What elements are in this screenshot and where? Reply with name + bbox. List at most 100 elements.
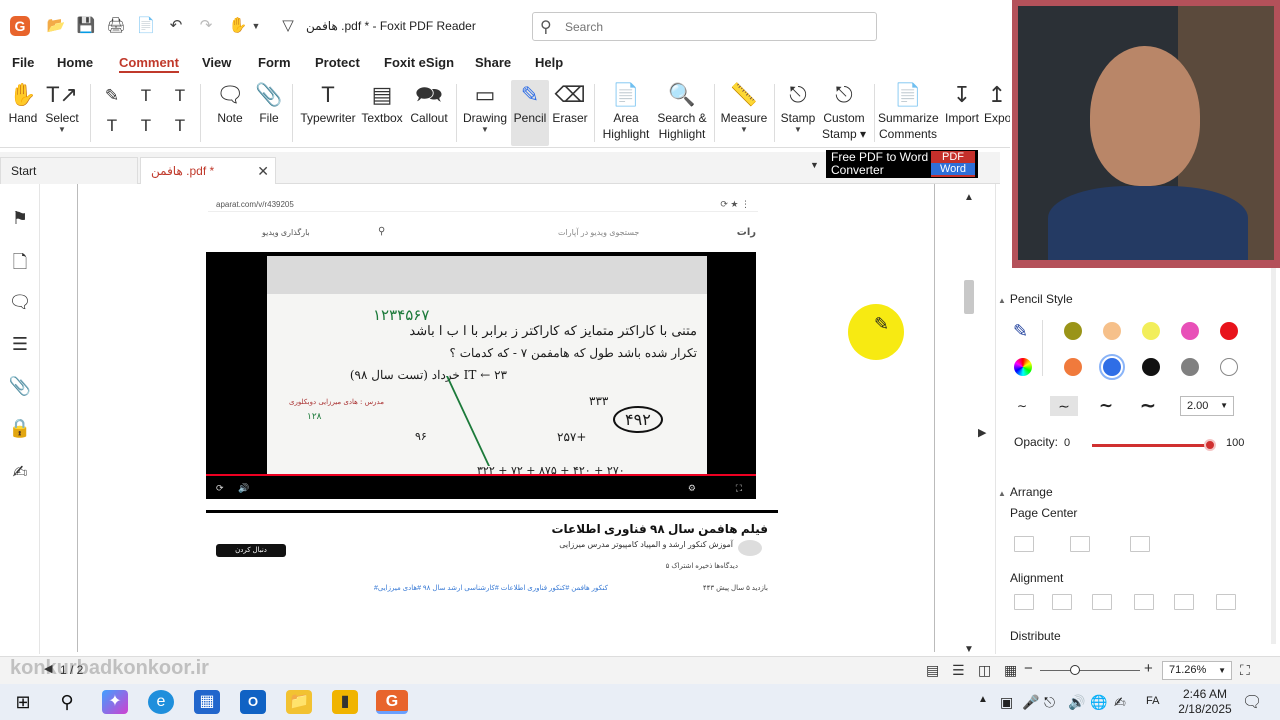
color-swatch-olive[interactable] — [1064, 322, 1082, 340]
volume-tray-icon[interactable]: 🔊 — [1068, 694, 1085, 711]
summarize-comments-button[interactable]: 📄 Summarize Comments — [878, 80, 939, 142]
tray-overflow-icon[interactable]: ▲ — [978, 694, 988, 705]
customize-quick-access-icon[interactable]: ▽ — [278, 16, 298, 36]
page-indicator[interactable]: 1 / 2 — [60, 663, 100, 677]
textbox-button[interactable]: ▤ Textbox — [360, 80, 404, 126]
microphone-icon[interactable]: 🎤 — [1022, 694, 1039, 711]
stroke-width-select[interactable]: 2.00 ▼ — [1180, 396, 1234, 416]
color-swatch-red[interactable] — [1220, 322, 1238, 340]
settings-icon[interactable]: ⚙ — [688, 483, 696, 494]
squiggly-text-icon[interactable]: T — [170, 86, 190, 106]
hand-button[interactable]: ✋ Hand — [6, 80, 40, 126]
previous-page-icon[interactable]: ◀ — [44, 662, 52, 675]
menu-file[interactable]: File — [12, 55, 34, 70]
measure-button[interactable]: 📏 Measure ▼ — [720, 80, 768, 134]
custom-stamp-button[interactable]: ⎋ Custom Stamp ▾ — [820, 80, 868, 142]
replay-icon[interactable]: ⟳ — [216, 483, 224, 494]
search-input[interactable] — [565, 18, 865, 36]
close-tab-icon[interactable]: ✕ — [257, 158, 269, 185]
ad-banner[interactable]: Free PDF to Word Converter PDF Word — [826, 150, 978, 178]
foxit-taskbar-icon[interactable]: G — [376, 690, 408, 714]
new-document-icon[interactable]: 📄 — [136, 16, 156, 36]
edge-browser-icon[interactable]: e — [148, 690, 174, 714]
arrange-heading[interactable]: ▲ Arrange — [998, 485, 1053, 499]
undo-icon[interactable]: ↶ — [166, 16, 186, 36]
menu-share[interactable]: Share — [475, 55, 511, 70]
print-icon[interactable]: 🖨 — [106, 16, 126, 36]
stroke-heavy-icon[interactable]: ∼ — [1134, 396, 1162, 416]
zoom-level-select[interactable]: 71.26% ▼ — [1162, 661, 1232, 680]
volume-icon[interactable]: 🔊 — [238, 483, 249, 494]
search-box[interactable]: ⚲ — [532, 12, 877, 41]
page-nav-right-arrow-icon[interactable]: ▶ — [978, 426, 986, 439]
color-swatch-black[interactable] — [1142, 358, 1160, 376]
tab-document[interactable]: هافمن .pdf * ✕ — [140, 157, 276, 184]
zoom-in-icon[interactable]: + — [1144, 660, 1153, 677]
import-button[interactable]: ↧ Import — [942, 80, 982, 126]
language-indicator[interactable]: FA — [1146, 695, 1159, 707]
color-swatch-orange[interactable] — [1064, 358, 1082, 376]
pdf-page[interactable]: aparat.com/v/r439205 ⟳ ★ ⋮ رات بارگذاری … — [77, 184, 935, 652]
hand-tool-quick-icon[interactable]: ✋ — [228, 16, 248, 36]
opacity-slider-handle[interactable] — [1204, 439, 1216, 451]
area-highlight-button[interactable]: 📄 Area Highlight — [600, 80, 652, 142]
menu-protect[interactable]: Protect — [315, 55, 360, 70]
menu-view[interactable]: View — [202, 55, 231, 70]
file-explorer-icon[interactable]: 📁 — [286, 690, 312, 714]
callout-button[interactable]: 🗪 Callout — [408, 80, 450, 126]
continuous-facing-icon[interactable]: ▦ — [1004, 662, 1017, 679]
windows-start-icon[interactable]: ⊞ — [10, 690, 36, 714]
menu-help[interactable]: Help — [535, 55, 563, 70]
network-globe-icon[interactable]: 🌐 — [1090, 694, 1107, 711]
stamp-button[interactable]: ⎋ Stamp ▼ — [780, 80, 816, 134]
color-swatch-gray[interactable] — [1181, 358, 1199, 376]
save-icon[interactable]: 💾 — [76, 16, 96, 36]
stroke-medium-icon[interactable]: ∼ — [1050, 396, 1078, 416]
note-button[interactable]: 🗨 Note — [212, 80, 248, 126]
continuous-page-icon[interactable]: ☰ — [952, 662, 965, 679]
drawing-button[interactable]: ▭ Drawing ▼ — [462, 80, 508, 134]
fullscreen-icon[interactable]: ⛶ — [736, 483, 742, 494]
color-swatch-yellow[interactable] — [1142, 322, 1160, 340]
color-swatch-peach[interactable] — [1103, 322, 1121, 340]
meet-now-icon[interactable]: ▣ — [1000, 694, 1013, 711]
opacity-slider[interactable] — [1092, 444, 1210, 447]
underline-text-icon[interactable]: T — [136, 86, 156, 106]
eraser-button[interactable]: ⌫ Eraser — [552, 80, 588, 126]
taskbar-search-icon[interactable]: ⚲ — [54, 690, 80, 714]
file-attachment-button[interactable]: 📎 File — [254, 80, 284, 126]
color-swatch-white[interactable] — [1220, 358, 1238, 376]
facing-page-icon[interactable]: ◫ — [978, 662, 991, 679]
notifications-icon[interactable]: 🗨 — [1242, 692, 1262, 712]
layers-icon[interactable]: ☰ — [8, 334, 32, 355]
outlook-icon[interactable]: O — [240, 690, 266, 714]
bookmark-icon[interactable]: ⚑ — [8, 208, 32, 229]
comments-icon[interactable]: 🗨 — [8, 292, 32, 313]
zoom-slider-handle[interactable] — [1070, 665, 1080, 675]
usb-icon[interactable]: ⎋ — [1044, 694, 1055, 711]
video-progress-bar[interactable] — [206, 474, 756, 476]
tab-list-caret-icon[interactable]: ▼ — [810, 160, 819, 170]
export-button[interactable]: ↥ Expo — [984, 80, 1010, 126]
document-viewport[interactable]: aparat.com/v/r439205 ⟳ ★ ⋮ رات بارگذاری … — [40, 184, 990, 654]
menu-home[interactable]: Home — [57, 55, 93, 70]
pencil-style-heading[interactable]: ▲ Pencil Style — [998, 292, 1073, 306]
tab-start[interactable]: Start — [0, 157, 138, 184]
single-page-icon[interactable]: ▤ — [926, 662, 939, 679]
store-icon[interactable]: ▦ — [194, 690, 220, 714]
attachment-icon[interactable]: 📎 — [8, 376, 32, 397]
menu-form[interactable]: Form — [258, 55, 291, 70]
menu-comment[interactable]: Comment — [119, 55, 179, 73]
typewriter-button[interactable]: T Typewriter — [300, 80, 356, 126]
zoom-out-icon[interactable]: − — [1024, 660, 1033, 677]
select-button[interactable]: T↗ Select ▼ — [44, 80, 80, 134]
pencil-button[interactable]: ✎ Pencil — [511, 80, 549, 146]
open-folder-icon[interactable]: 📂 — [46, 16, 66, 36]
search-highlight-button[interactable]: 🔍 Search & Highlight — [656, 80, 708, 142]
fit-page-icon[interactable]: ⛶ — [1240, 662, 1250, 679]
color-swatch-magenta[interactable] — [1181, 322, 1199, 340]
quick-access-caret-icon[interactable]: ▼ — [246, 16, 266, 36]
stroke-thin-icon[interactable]: ∼ — [1008, 396, 1036, 416]
pages-icon[interactable]: 🗋 — [8, 250, 32, 280]
insert-text-icon[interactable]: T — [170, 116, 190, 136]
